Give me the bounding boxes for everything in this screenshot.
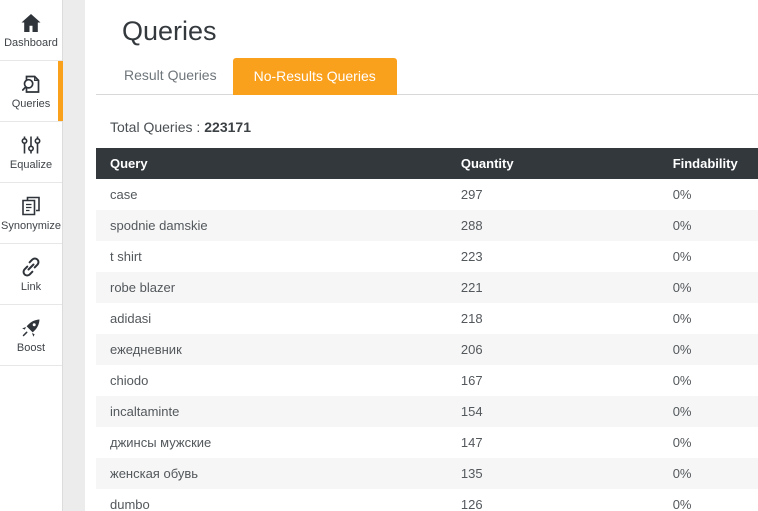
tab-result-queries[interactable]: Result Queries (108, 57, 233, 94)
quantity-cell: 126 (460, 496, 483, 511)
tab-no-results-queries[interactable]: No-Results Queries (232, 58, 397, 95)
sidebar-item-label: Synonymize (1, 220, 61, 232)
table-header-row: Query Quantity Findability (96, 147, 758, 179)
column-header-quantity: Quantity (446, 147, 659, 179)
content-card: Queries Result Queries No-Results Querie… (85, 0, 758, 511)
table-row: robe blazer 221 0% (96, 271, 758, 303)
tab-bar: Result Queries No-Results Queries (96, 57, 758, 95)
total-queries: Total Queries :223171 (110, 119, 758, 135)
synonymize-icon (22, 196, 40, 216)
table-row: case 297 0% (96, 179, 758, 210)
sidebar-item-label: Link (20, 281, 42, 293)
findability-cell: 0% (672, 279, 692, 295)
equalize-icon (21, 136, 41, 154)
query-cell: dumbo (110, 496, 150, 511)
queries-table-wrap: Query Quantity Findability case 297 0% s… (96, 147, 758, 511)
quantity-cell: 223 (460, 248, 483, 264)
query-cell: женская обувь (110, 465, 199, 481)
queries-icon (21, 75, 40, 93)
findability-cell: 0% (672, 186, 692, 202)
column-header-findability: Findability (658, 147, 758, 179)
findability-cell: 0% (672, 496, 692, 511)
total-queries-label: Total Queries : (110, 118, 201, 135)
quantity-cell: 288 (460, 217, 483, 233)
table-row: dumbo 126 0% (96, 489, 758, 511)
queries-table: Query Quantity Findability case 297 0% s… (96, 147, 758, 511)
query-cell: robe blazer (110, 279, 176, 295)
sidebar-item-dashboard[interactable]: Dashboard (0, 0, 62, 61)
quantity-cell: 218 (460, 310, 483, 326)
findability-cell: 0% (672, 403, 692, 419)
sidebar-item-label: Equalize (9, 159, 53, 171)
app-window: Dashboard Queries Equalize Synonymize Li… (0, 0, 758, 511)
sidebar-item-boost[interactable]: Boost (0, 305, 62, 366)
sidebar: Dashboard Queries Equalize Synonymize Li… (0, 0, 63, 511)
quantity-cell: 167 (460, 372, 483, 388)
boost-icon (22, 319, 40, 337)
findability-cell: 0% (672, 217, 692, 233)
table-row: джинсы мужские 147 0% (96, 427, 758, 458)
sidebar-item-synonymize[interactable]: Synonymize (0, 183, 62, 244)
findability-cell: 0% (672, 465, 692, 481)
total-queries-value: 223171 (204, 118, 251, 135)
sidebar-item-equalize[interactable]: Equalize (0, 122, 62, 183)
sidebar-item-label: Boost (16, 342, 46, 354)
findability-cell: 0% (672, 310, 692, 326)
table-row: spodnie damskie 288 0% (96, 209, 758, 241)
findability-cell: 0% (672, 341, 692, 357)
home-icon (21, 14, 41, 32)
query-cell: adidasi (110, 310, 152, 326)
query-cell: ежедневник (110, 341, 182, 357)
table-row: женская обувь 135 0% (96, 457, 758, 489)
findability-cell: 0% (672, 434, 692, 450)
findability-cell: 0% (672, 372, 692, 388)
sidebar-item-link[interactable]: Link (0, 244, 62, 305)
sidebar-item-queries[interactable]: Queries (0, 61, 63, 122)
active-indicator (58, 61, 63, 121)
table-row: incaltaminte 154 0% (96, 395, 758, 427)
page-title: Queries (122, 16, 217, 46)
quantity-cell: 154 (460, 403, 483, 419)
query-cell: джинсы мужские (110, 434, 212, 450)
sidebar-item-label: Dashboard (4, 37, 58, 49)
quantity-cell: 297 (460, 186, 483, 202)
query-cell: chiodo (110, 372, 149, 388)
table-row: chiodo 167 0% (96, 365, 758, 396)
quantity-cell: 221 (460, 279, 483, 295)
findability-cell: 0% (672, 248, 692, 264)
quantity-cell: 135 (460, 465, 483, 481)
table-row: adidasi 218 0% (96, 303, 758, 334)
quantity-cell: 147 (460, 434, 483, 450)
sidebar-item-label: Queries (11, 98, 51, 110)
query-cell: spodnie damskie (110, 217, 208, 233)
column-header-query: Query (96, 147, 447, 179)
quantity-cell: 206 (460, 341, 483, 357)
main-area: Queries Result Queries No-Results Querie… (63, 0, 758, 511)
query-cell: case (110, 186, 138, 202)
table-row: t shirt 223 0% (96, 241, 758, 272)
link-icon (22, 257, 40, 277)
query-cell: t shirt (110, 248, 142, 264)
query-cell: incaltaminte (110, 403, 180, 419)
table-row: ежедневник 206 0% (96, 333, 758, 365)
